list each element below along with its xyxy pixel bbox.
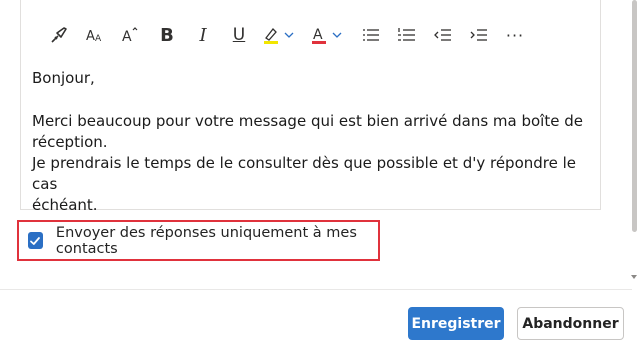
format-painter-icon[interactable]	[41, 21, 77, 49]
body-line-2: réception.	[32, 133, 108, 151]
scrollbar-thumb[interactable]	[632, 0, 637, 232]
italic-icon[interactable]: I	[185, 21, 221, 49]
contacts-only-label[interactable]: Envoyer des réponses uniquement à mes co…	[56, 225, 378, 257]
svg-text:A: A	[313, 27, 323, 43]
body-line-1: Merci beaucoup pour votre message qui es…	[32, 112, 583, 130]
decrease-indent-icon[interactable]	[425, 21, 461, 49]
highlight-icon[interactable]	[257, 21, 305, 49]
underline-icon[interactable]: U	[221, 21, 257, 49]
contacts-only-checkbox[interactable]	[28, 232, 43, 249]
contacts-only-option: Envoyer des réponses uniquement à mes co…	[17, 220, 380, 261]
font-size-icon[interactable]: AA	[77, 21, 113, 49]
more-options-icon[interactable]: ···	[497, 21, 533, 49]
body-line-4: échéant.	[32, 196, 98, 214]
more-glyph: ···	[505, 25, 525, 45]
cancel-button[interactable]: Abandonner	[517, 307, 624, 340]
svg-text:A: A	[95, 34, 102, 44]
scroll-down-arrow-icon[interactable]	[631, 275, 637, 279]
formatting-toolbar: AA A B I U A ···	[41, 20, 533, 50]
increase-indent-icon[interactable]	[461, 21, 497, 49]
save-button[interactable]: Enregistrer	[408, 307, 504, 340]
svg-text:A: A	[86, 29, 95, 44]
message-body[interactable]: Bonjour, Merci beaucoup pour votre messa…	[32, 68, 592, 216]
increase-font-icon[interactable]: A	[113, 21, 149, 49]
bold-icon[interactable]: B	[149, 21, 185, 49]
vertical-scrollbar[interactable]	[630, 0, 640, 290]
numbering-icon[interactable]	[389, 21, 425, 49]
bullets-icon[interactable]	[353, 21, 389, 49]
greeting-line: Bonjour,	[32, 69, 95, 87]
svg-text:A: A	[122, 29, 132, 45]
footer-divider	[0, 289, 632, 290]
font-color-icon[interactable]: A	[305, 21, 353, 49]
body-line-3: Je prendrais le temps de le consulter dè…	[32, 154, 577, 193]
bold-glyph: B	[160, 24, 174, 46]
italic-glyph: I	[199, 24, 207, 46]
checkmark-icon	[30, 236, 41, 245]
message-editor[interactable]: AA A B I U A ··· Bonjour, Merci beaucoup…	[20, 0, 601, 214]
underline-glyph: U	[232, 25, 246, 45]
